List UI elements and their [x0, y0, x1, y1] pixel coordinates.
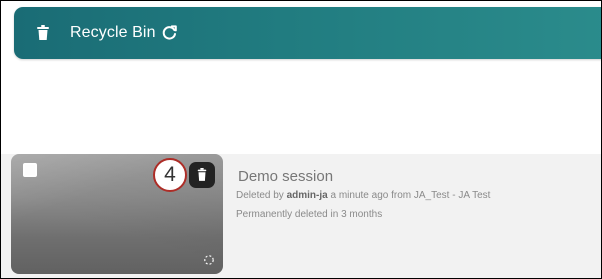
trash-icon — [37, 25, 49, 40]
step-badge: 4 — [153, 158, 187, 192]
trash-icon — [197, 168, 207, 181]
refresh-icon[interactable] — [161, 24, 178, 41]
permanent-deletion-info: Permanently deleted in 3 months — [236, 209, 383, 220]
recycle-bin-page: Recycle Bin 4 Demo session Deleted by ad… — [0, 0, 602, 279]
deleted-info: Deleted by admin-ja a minute ago from JA… — [236, 190, 490, 202]
deleted-source: JA_Test - JA Test — [413, 190, 491, 201]
recycle-bin-header: Recycle Bin — [14, 7, 601, 59]
loading-spinner-icon — [204, 255, 214, 265]
deleted-prefix: Deleted by — [236, 190, 284, 201]
page-title: Recycle Bin — [70, 24, 156, 41]
deleted-time: a minute ago from — [330, 190, 412, 201]
checkbox-icon[interactable] — [23, 163, 37, 177]
deleted-by-user: admin-ja — [286, 190, 328, 201]
delete-session-button[interactable] — [189, 162, 215, 188]
session-thumbnail — [11, 154, 223, 274]
session-title: Demo session — [238, 168, 334, 185]
